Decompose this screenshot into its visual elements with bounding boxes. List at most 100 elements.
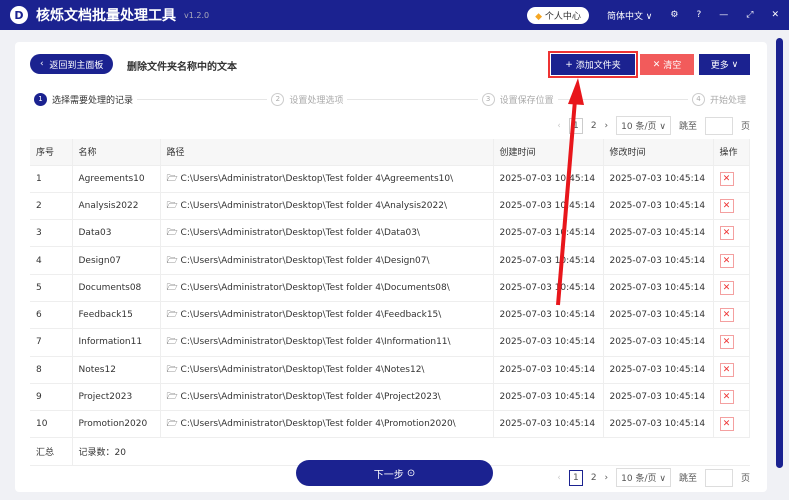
- cell-text: 2025-07-03 10:45:14: [609, 200, 706, 211]
- page-2[interactable]: 2: [591, 121, 597, 131]
- arrow-right-circle-icon: ⊙: [406, 467, 416, 479]
- app-version: v1.2.0: [184, 10, 210, 20]
- cell-text: 2025-07-03 10:45:14: [609, 173, 706, 184]
- step-label: 选择需要处理的记录: [52, 95, 134, 106]
- row-name: Design07: [72, 246, 161, 275]
- row-path: 🗁 C:\Users\Administrator\Desktop\Test fo…: [160, 301, 494, 330]
- cell-text: C:\Users\Administrator\Desktop\Test fold…: [180, 173, 454, 184]
- table-row[interactable]: 7 Information11 🗁 C:\Users\Administrator\D…: [30, 328, 750, 357]
- delete-row-button[interactable]: ✕: [719, 253, 734, 268]
- page-2[interactable]: 2: [591, 473, 597, 483]
- prev-page-icon[interactable]: ‹: [557, 121, 561, 131]
- cell-text: 2025-07-03 10:45:14: [499, 419, 596, 430]
- folder-icon: 🗁: [166, 228, 181, 239]
- app-title: 核烁文档批量处理工具: [36, 8, 176, 24]
- delete-row-button[interactable]: ✕: [719, 226, 734, 241]
- next-page-icon[interactable]: ›: [605, 473, 609, 483]
- delete-row-button[interactable]: ✕: [719, 417, 734, 432]
- table-row[interactable]: 9 Project2023 🗁 C:\Users\Administrator\Des…: [30, 383, 750, 412]
- prev-page-icon[interactable]: ‹: [557, 473, 561, 483]
- clear-button[interactable]: ✕ 清空: [640, 54, 694, 75]
- table-row[interactable]: 4 Design07 🗁 C:\Users\Administrator\Deskto…: [30, 246, 750, 275]
- row-path: 🗁 C:\Users\Administrator\Desktop\Test fo…: [160, 192, 494, 221]
- cell-text: 9: [36, 392, 42, 403]
- table-row[interactable]: 10 Promotion2020 🗁 C:\Users\Administrator\…: [30, 410, 750, 439]
- pagination-bottom: ‹ 1 2 › 10 条/页 ∨ 跳至 页: [557, 468, 750, 487]
- page-unit: 页: [740, 122, 750, 132]
- delete-row-button[interactable]: ✕: [719, 198, 734, 213]
- folder-icon: 🗁: [166, 419, 181, 430]
- cell-text: C:\Users\Administrator\Desktop\Test fold…: [180, 419, 456, 430]
- help-icon[interactable]: ?: [696, 10, 701, 20]
- row-action: ✕: [713, 219, 750, 248]
- cell-text: 2025-07-03 10:45:14: [609, 228, 706, 239]
- cell-text: Documents08: [78, 282, 142, 293]
- page-size-select[interactable]: 10 条/页 ∨: [616, 468, 671, 487]
- close-icon[interactable]: ✕: [771, 10, 779, 20]
- minimize-icon[interactable]: —: [719, 10, 728, 20]
- cell-text: 2025-07-03 10:45:14: [609, 419, 706, 430]
- jump-input[interactable]: [704, 468, 733, 487]
- delete-row-button[interactable]: ✕: [719, 390, 734, 405]
- row-path: 🗁 C:\Users\Administrator\Desktop\Test fo…: [160, 165, 494, 193]
- personal-center-label: 个人中心: [544, 11, 581, 22]
- col-created: 创建时间: [493, 139, 604, 166]
- page-1[interactable]: 1: [568, 469, 583, 486]
- cell-text: 6: [36, 310, 42, 321]
- cell-text: 2025-07-03 10:45:14: [499, 200, 596, 211]
- jump-input[interactable]: [704, 116, 733, 135]
- row-created: 2025-07-03 10:45:14: [493, 165, 604, 193]
- page-size-select[interactable]: 10 条/页 ∨: [616, 116, 671, 135]
- language-select[interactable]: 简体中文 ∨: [607, 9, 652, 22]
- delete-row-button[interactable]: ✕: [719, 335, 734, 350]
- cell-text: 5: [36, 282, 42, 293]
- cell-text: C:\Users\Administrator\Desktop\Test fold…: [180, 337, 451, 348]
- cell-text: 2025-07-03 10:45:14: [499, 337, 596, 348]
- row-created: 2025-07-03 10:45:14: [493, 383, 604, 412]
- step-label: 开始处理: [709, 95, 746, 106]
- folder-icon: 🗁: [166, 392, 181, 403]
- chevron-down-icon: ∨: [728, 59, 739, 70]
- page-1[interactable]: 1: [568, 117, 583, 134]
- row-index: 1: [30, 165, 73, 193]
- folder-icon: 🗁: [166, 364, 181, 375]
- next-step-button[interactable]: 下一步 ⊙: [296, 460, 493, 486]
- row-created: 2025-07-03 10:45:14: [493, 274, 604, 302]
- cell-text: Agreements10: [78, 173, 145, 184]
- row-modified: 2025-07-03 10:45:14: [603, 274, 714, 302]
- cell-text: Analysis2022: [78, 200, 139, 211]
- table-row[interactable]: 8 Notes12 🗁 C:\Users\Administrator\Desktop…: [30, 356, 750, 384]
- maximize-icon[interactable]: ⤢: [746, 10, 753, 20]
- cell-text: Information11: [78, 337, 143, 348]
- row-name: Analysis2022: [72, 192, 161, 221]
- cell-text: Feedback15: [78, 310, 133, 321]
- personal-center-button[interactable]: ◆ 个人中心: [527, 6, 589, 24]
- delete-row-button[interactable]: ✕: [719, 171, 734, 186]
- delete-row-button[interactable]: ✕: [719, 280, 734, 295]
- next-page-icon[interactable]: ›: [605, 121, 609, 131]
- row-name: Agreements10: [72, 165, 161, 193]
- cell-text: C:\Users\Administrator\Desktop\Test fold…: [180, 228, 420, 239]
- diamond-icon: ◆: [535, 11, 543, 22]
- delete-row-button[interactable]: ✕: [719, 308, 734, 323]
- scrollbar[interactable]: [776, 38, 783, 468]
- table-row[interactable]: 1 Agreements10 🗁 C:\Users\Administrator\De…: [30, 165, 750, 193]
- table-row[interactable]: 3 Data03 🗁 C:\Users\Administrator\Desktop\…: [30, 219, 750, 248]
- row-action: ✕: [713, 192, 750, 221]
- table-row[interactable]: 5 Documents08 🗁 C:\Users\Administrator\Des…: [30, 274, 750, 302]
- add-folder-button[interactable]: + 添加文件夹: [548, 51, 638, 78]
- table-row[interactable]: 6 Feedback15 🗁 C:\Users\Administrator\Desk…: [30, 301, 750, 330]
- row-modified: 2025-07-03 10:45:14: [603, 192, 714, 221]
- row-path: 🗁 C:\Users\Administrator\Desktop\Test fo…: [160, 410, 494, 439]
- cell-text: 3: [36, 228, 42, 239]
- cell-text: 10: [36, 419, 48, 430]
- page-size-label: 10 条/页: [621, 122, 657, 132]
- step-1: 1 选择需要处理的记录: [30, 92, 138, 106]
- cell-text: 2025-07-03 10:45:14: [499, 173, 596, 184]
- back-button[interactable]: ‹ 返回到主面板: [30, 54, 114, 74]
- col-path: 路径: [160, 139, 494, 166]
- settings-icon[interactable]: ⚙: [670, 10, 678, 20]
- more-button[interactable]: 更多 ∨: [699, 54, 750, 75]
- table-row[interactable]: 2 Analysis2022 🗁 C:\Users\Administrator\De…: [30, 192, 750, 221]
- delete-row-button[interactable]: ✕: [719, 362, 734, 377]
